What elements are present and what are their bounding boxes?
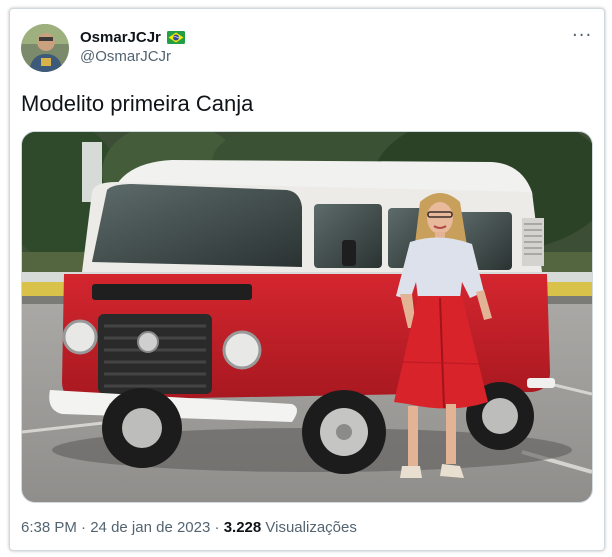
brazil-flag-icon bbox=[166, 30, 185, 44]
author-display-name[interactable]: OsmarJCJr bbox=[80, 29, 161, 46]
views-count: 3.228 bbox=[223, 519, 262, 536]
tweet-date[interactable]: 24 de jan de 2023 bbox=[90, 519, 210, 536]
author-avatar[interactable] bbox=[21, 24, 69, 72]
tweet-media-image[interactable]: VW bbox=[21, 131, 593, 503]
van-photo: VW bbox=[22, 132, 592, 502]
author-name-row: OsmarJCJr bbox=[80, 27, 185, 47]
meta-separator: · bbox=[76, 519, 91, 536]
tweet-text: Modelito primeira Canja bbox=[21, 91, 254, 116]
tweet-metadata: 6:38 PM · 24 de jan de 2023 · 3.228 Visu… bbox=[21, 519, 357, 536]
more-options-icon[interactable]: ··· bbox=[572, 26, 592, 46]
avatar-image bbox=[21, 24, 69, 72]
views-label: Visualizações bbox=[261, 519, 357, 536]
tweet-time[interactable]: 6:38 PM bbox=[21, 519, 77, 536]
meta-separator: · bbox=[210, 519, 224, 536]
author-handle[interactable]: @OsmarJCJr bbox=[80, 48, 171, 65]
